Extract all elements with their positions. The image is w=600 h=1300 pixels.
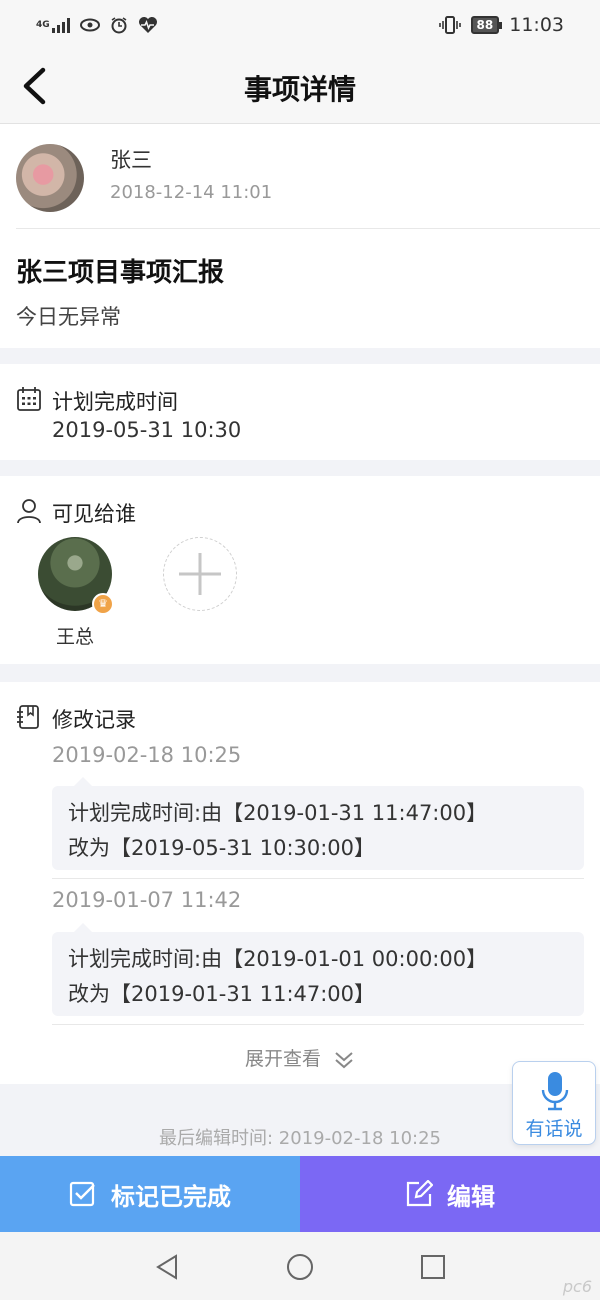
microphone-icon <box>541 1072 569 1111</box>
divider <box>16 228 600 229</box>
history-entry: 计划完成时间:由【2019-01-31 11:47:00】 改为【2019-05… <box>52 777 584 870</box>
nav-recents-button[interactable] <box>418 1252 448 1282</box>
history-entry-time: 2019-01-07 11:42 <box>52 888 242 912</box>
history-entry-line: 计划完成时间:由【2019-01-01 00:00:00】 <box>68 947 488 971</box>
notebook-icon <box>17 705 39 729</box>
divider <box>52 878 584 879</box>
status-time: 11:03 <box>509 14 564 36</box>
plan-time-value: 2019-05-31 10:30 <box>52 418 242 442</box>
add-member-button[interactable] <box>163 537 237 611</box>
network-label: 4G <box>36 19 50 30</box>
status-left: 4G <box>36 16 158 34</box>
nav-back-button[interactable] <box>152 1252 182 1282</box>
triangle-back-icon <box>156 1254 177 1280</box>
edit-button[interactable]: 编辑 <box>300 1156 600 1232</box>
nav-home-button[interactable] <box>285 1252 315 1282</box>
title-bar: 事项详情 <box>0 50 600 124</box>
vibrate-icon <box>438 16 461 34</box>
history-section: 修改记录 2019-02-18 10:25 计划完成时间:由【2019-01-3… <box>0 682 600 1084</box>
report-title: 张三项目事项汇报 <box>16 258 225 288</box>
history-entry: 计划完成时间:由【2019-01-01 00:00:00】 改为【2019-01… <box>52 923 584 1016</box>
alarm-icon <box>111 17 127 34</box>
battery-icon: 88 <box>470 16 502 34</box>
signal-icon <box>51 17 70 33</box>
expand-label: 展开查看 <box>244 1048 321 1070</box>
status-bar: 4G 88 11:03 <box>0 0 600 50</box>
heart-rate-icon <box>138 17 157 33</box>
divider <box>52 1024 584 1025</box>
edit-label: 编辑 <box>447 1182 495 1211</box>
admin-badge-icon: ♛ <box>92 593 114 615</box>
history-label: 修改记录 <box>52 708 136 732</box>
double-chevron-down-icon <box>335 1051 353 1068</box>
user-icon <box>17 499 41 524</box>
mark-done-label: 标记已完成 <box>111 1182 231 1211</box>
voice-comment-button[interactable]: 有话说 <box>512 1061 596 1145</box>
status-right: 88 11:03 <box>438 14 564 36</box>
circle-home-icon <box>287 1254 313 1280</box>
author-avatar[interactable] <box>16 144 84 212</box>
last-edit-time: 最后编辑时间: 2019-02-18 10:25 <box>159 1128 441 1149</box>
plus-icon <box>179 553 221 595</box>
history-entry-time: 2019-02-18 10:25 <box>52 743 242 767</box>
plan-time-label: 计划完成时间 <box>52 390 178 414</box>
checkbox-icon <box>69 1181 95 1207</box>
author-name: 张三 <box>110 148 152 172</box>
visible-to-label: 可见给谁 <box>52 502 136 526</box>
calendar-icon <box>17 387 41 411</box>
author-time: 2018-12-14 11:01 <box>110 182 273 203</box>
system-nav-bar: pc6 <box>0 1232 600 1300</box>
eye-icon <box>79 18 100 32</box>
action-bar: 标记已完成 编辑 <box>0 1156 600 1232</box>
plan-time-section[interactable]: 计划完成时间 2019-05-31 10:30 <box>0 364 600 460</box>
report-body: 今日无异常 <box>16 305 121 329</box>
edit-icon <box>406 1180 433 1207</box>
history-entry-line: 改为【2019-05-31 10:30:00】 <box>68 836 376 860</box>
watermark: pc6 <box>562 1277 592 1296</box>
history-entry-line: 改为【2019-01-31 11:47:00】 <box>68 982 376 1006</box>
voice-label: 有话说 <box>525 1118 583 1140</box>
page-title: 事项详情 <box>243 73 356 106</box>
network-indicator: 4G <box>36 17 70 33</box>
visible-to-section: 可见给谁 ♛ 王总 <box>0 476 600 664</box>
mark-done-button[interactable]: 标记已完成 <box>0 1156 300 1232</box>
square-recents-icon <box>421 1255 445 1279</box>
expand-button[interactable]: 展开查看 <box>0 1044 600 1071</box>
report-card: 张三 2018-12-14 11:01 张三项目事项汇报 今日无异常 <box>0 124 600 348</box>
member-name: 王总 <box>55 626 94 648</box>
history-entry-line: 计划完成时间:由【2019-01-31 11:47:00】 <box>68 801 488 825</box>
